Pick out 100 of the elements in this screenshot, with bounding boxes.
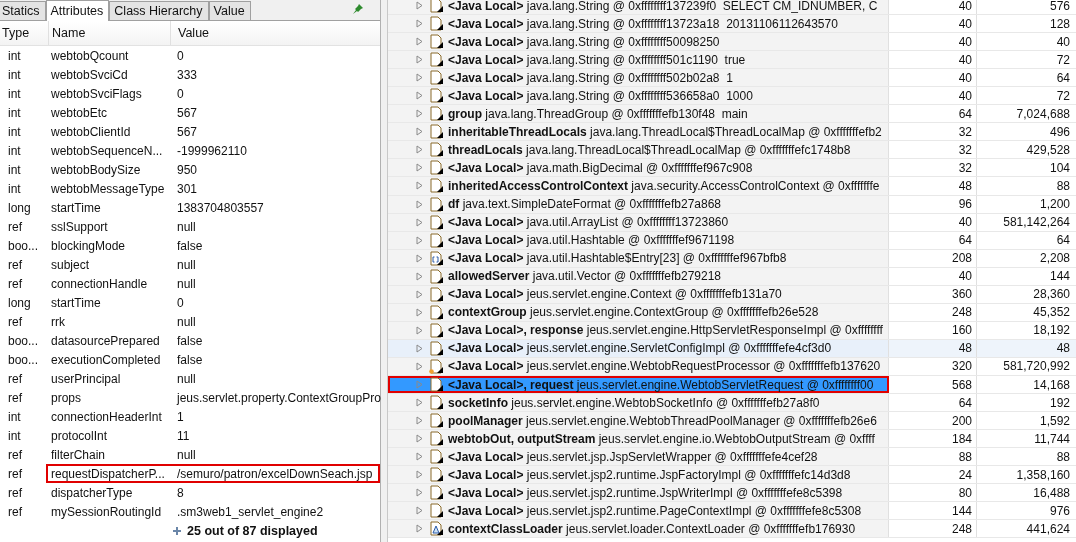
object-label: <Java Local> java.util.Hashtable @ 0xfffffffef9671198	[448, 233, 735, 248]
table-cell-text: int	[7, 428, 22, 443]
object-label: <Java Local> java.util.ArrayList @ 0xffffffff13723860	[448, 215, 729, 230]
object-icon	[429, 413, 444, 429]
object-icon	[429, 322, 444, 338]
table-cell-text: blockingMode	[50, 238, 127, 253]
retained-heap-cell-text: 2,208	[1038, 250, 1071, 267]
table-cell-text: subject	[50, 257, 91, 272]
shallow-heap-cell: 64	[889, 394, 977, 412]
object-root-icon	[429, 358, 444, 374]
table-cell-text: long	[7, 295, 32, 310]
object-icon	[429, 124, 444, 140]
object-icon	[429, 395, 444, 411]
object-label: contextGroup jeus.servlet.engine.ContextGroup @ 0xfffffffefb26e528	[448, 305, 819, 320]
shallow-heap-cell: 144	[889, 502, 977, 520]
table-cell-text: false	[176, 352, 204, 367]
object-label: <Java Local> java.math.BigDecimal @ 0xfffffffef967c908	[448, 160, 753, 175]
tab[interactable]: Statics	[0, 1, 46, 20]
retained-heap-cell-text: 1,592	[1038, 412, 1071, 430]
table-cell-text: webtobClientId	[50, 124, 132, 139]
object-icon	[429, 232, 444, 248]
retained-heap-cell-text: 144	[1048, 268, 1071, 285]
object-icon	[429, 160, 444, 176]
object-label: poolManager jeus.servlet.engine.WebtobThreadPoolManager @ 0xfffffffefb26e6	[448, 413, 877, 428]
retained-heap-cell-text: 14,168	[1032, 376, 1071, 394]
object-label: <Java Local> java.lang.String @ 0xffffffff50098250	[448, 34, 720, 49]
shallow-heap-cell: 64	[889, 105, 977, 123]
table-cell-text: 0	[176, 48, 185, 63]
table-cell-text: int	[7, 409, 22, 424]
object-icon	[429, 503, 444, 519]
table-cell-text: mySessionRoutingId	[50, 504, 163, 519]
splitter-handle[interactable]	[381, 0, 388, 542]
table-cell-text: requestDispatcherP...	[50, 466, 166, 481]
table-cell-text: 1383704803557	[176, 200, 265, 215]
table-cell-text: null	[176, 257, 197, 272]
retained-heap-cell-text: 7,024,688	[1015, 105, 1071, 123]
table-cell-text: 950	[176, 162, 199, 177]
classloader-icon	[429, 521, 444, 537]
object-label: socketInfo jeus.servlet.engine.WebtobSocketInfo @ 0xfffffffefb27a8f0	[448, 395, 820, 410]
column-header[interactable]: Value	[170, 21, 378, 45]
shallow-heap-cell: 40	[889, 87, 977, 105]
shallow-heap-cell: 32	[889, 123, 977, 141]
retained-heap-cell-text: 976	[1048, 502, 1071, 520]
table-cell-text: userPrincipal	[50, 371, 122, 386]
retained-heap-cell-text: 192	[1048, 394, 1071, 412]
object-label: <Java Local> java.lang.String @ 0xffffffff13723a18 20131106112643570	[448, 16, 838, 31]
shallow-heap-cell: 40	[889, 51, 977, 69]
object-icon	[429, 340, 444, 356]
retained-heap-cell-text: 441,624	[1025, 520, 1071, 538]
table-cell-text: int	[7, 143, 22, 158]
retained-heap-cell-text: 64	[1055, 232, 1071, 249]
object-icon	[429, 88, 444, 104]
column-header[interactable]: Name	[48, 21, 170, 45]
table-cell-text: props	[50, 390, 83, 405]
shallow-heap-cell: 48	[889, 177, 977, 195]
pin-icon[interactable]	[352, 3, 364, 15]
tab[interactable]: Class Hierarchy	[109, 1, 209, 20]
table-cell-text: ref	[7, 276, 23, 291]
object-icon	[429, 286, 444, 302]
object-label: webtobOut, outputStream jeus.servlet.engine.io.WebtobOutputStream @ 0xffff	[448, 431, 875, 446]
shallow-heap-cell: 160	[889, 321, 977, 339]
object-icon	[429, 0, 444, 13]
object-icon	[429, 214, 444, 230]
retained-heap-cell-text: 18,192	[1032, 322, 1071, 339]
table-cell-text: sslSupport	[50, 219, 109, 234]
table-cell-text: 11	[176, 428, 191, 443]
tab[interactable]: Attributes	[45, 0, 110, 21]
table-cell-text: webtobBodySize	[50, 162, 142, 177]
expand-icon[interactable]	[173, 526, 181, 535]
table-cell-text: connectionHandle	[50, 276, 149, 291]
table-cell-text: /semuro/patron/excelDownSeach.jsp	[176, 466, 374, 481]
object-label: <Java Local> jeus.servlet.jsp.JspServletWrapper @ 0xfffffffefe4cef28	[448, 449, 818, 464]
table-cell-text: ref	[7, 447, 23, 462]
table-cell-text: ref	[7, 314, 23, 329]
shallow-heap-cell: 40	[889, 0, 977, 15]
shallow-heap-cell: 88	[889, 448, 977, 466]
shallow-heap-cell: 360	[889, 285, 977, 303]
object-icon	[429, 377, 444, 392]
table-cell-text: protocolInt	[50, 428, 109, 443]
retained-heap-cell-text: 45,352	[1032, 304, 1071, 321]
object-icon	[429, 70, 444, 86]
object-label: <Java Local> java.lang.String @ 0xffffffff501c1190 true	[448, 52, 746, 67]
retained-heap-cell-text: 40	[1055, 33, 1071, 51]
column-header[interactable]: Type	[0, 26, 48, 40]
retained-heap-cell-text: 576	[1048, 0, 1071, 15]
object-label: group java.lang.ThreadGroup @ 0xfffffffefb130f48 main	[448, 106, 748, 121]
object-label: threadLocals java.lang.ThreadLocal$ThreadLocalMap @ 0xfffffffefc1748b8	[448, 142, 851, 157]
table-cell-text: webtobEtc	[50, 105, 109, 120]
retained-heap-cell-text: 72	[1055, 87, 1071, 105]
retained-heap-cell-text: 104	[1048, 159, 1071, 177]
object-label: df java.text.SimpleDateFormat @ 0xfffffffefb27a868	[448, 197, 721, 212]
object-icon	[429, 106, 444, 122]
table-cell-text: executionCompleted	[50, 352, 162, 367]
shallow-heap-cell: 320	[889, 357, 977, 375]
table-cell-text: webtobMessageType	[50, 181, 166, 196]
tab[interactable]: Value	[208, 1, 251, 20]
array-icon	[429, 250, 444, 266]
object-icon	[429, 16, 444, 32]
retained-heap-cell-text: 16,488	[1032, 484, 1071, 502]
object-label: <Java Local> jeus.servlet.engine.WebtobRequestProcessor @ 0xfffffffefb137620	[448, 359, 881, 374]
